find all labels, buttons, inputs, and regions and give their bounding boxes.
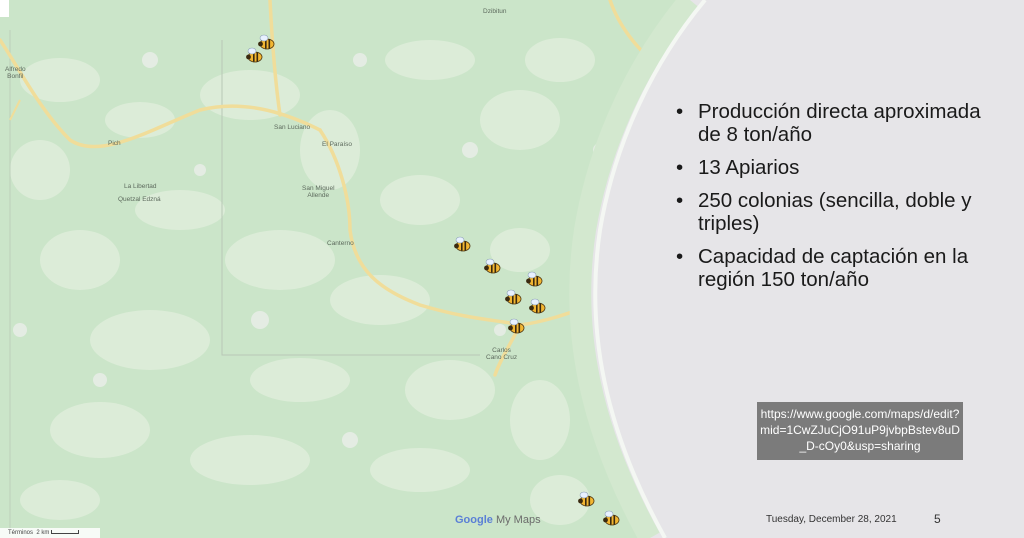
bullet-item: 13 Apiarios [672,156,1002,179]
slide-date: Tuesday, December 28, 2021 [766,514,897,525]
place-label-dzibitun: Dzibitun [483,8,507,15]
bee-icon[interactable] [482,257,502,275]
place-label-alfredo: Alfredo Bonfil [5,66,26,80]
place-label-san-luciano: San Luciano [274,124,311,131]
bee-icon[interactable] [503,288,523,306]
bee-icon[interactable] [576,490,596,508]
place-label-canterno: Canterno [327,240,354,247]
bee-icon[interactable] [506,317,526,335]
place-label-quetzal: Quetzal Edzná [118,196,161,203]
slide: Alfredo Bonfil Pich San Luciano El Paraís… [0,0,1024,538]
map-attribution: Términos 2 km [0,528,100,538]
map-link-box[interactable]: https://www.google.com/maps/d/edit?mid=1… [757,402,963,460]
bee-icon[interactable] [527,297,547,315]
scale-label: 2 km [36,530,50,536]
place-label-el-paraiso: El Paraíso [322,141,352,148]
google-my-maps-logo: Google My Maps [455,514,541,526]
bullet-item: Capacidad de captación en la región 150 … [672,245,1002,291]
bee-icon[interactable] [524,270,544,288]
my-maps-wordmark: My Maps [495,514,541,526]
slide-page-number: 5 [934,512,941,526]
bullet-item: Producción directa aproximada de 8 ton/a… [672,100,1002,146]
corner-marker [0,0,9,17]
place-label-la-libertad: La Libertad [124,183,157,190]
bullet-item: 250 colonias (sencilla, doble y triples) [672,189,1002,235]
place-label-pich: Pich [108,140,121,147]
google-wordmark: Google [455,514,493,526]
bee-icon[interactable] [244,46,264,64]
bee-icon[interactable] [452,235,472,253]
bee-icon[interactable] [601,509,621,527]
scale-bar [51,530,80,535]
place-label-carlos-cano: Carlos Cano Cruz [486,347,518,361]
place-label-san-miguel: San Miguel Allende [302,185,335,199]
bullet-list: Producción directa aproximada de 8 ton/a… [672,100,1002,301]
terms-link[interactable]: Términos [8,530,33,536]
